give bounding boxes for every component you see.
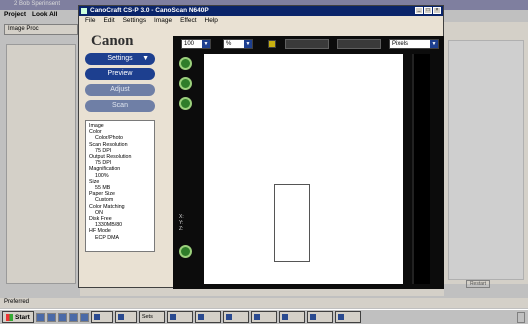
info-value-hf-mode: ECP DMA [95,234,120,241]
zoom-tool-icon[interactable] [179,77,192,90]
crop-rectangle[interactable] [274,184,310,262]
width-field[interactable] [285,39,329,49]
quicklaunch-icon[interactable] [57,312,67,322]
preview-button[interactable]: Preview [85,68,155,80]
quicklaunch-icon[interactable] [46,312,56,322]
coord-z: Z: [179,226,184,232]
taskbar-item[interactable] [222,311,249,323]
minimize-icon[interactable]: _ [415,7,423,14]
coordinate-readout: X: Y: Z: [179,214,197,232]
unit-select[interactable]: % ▼ [223,39,253,49]
taskbar-item[interactable] [306,311,333,323]
menu-file[interactable]: File [85,17,95,24]
preview-panel: 100 ▼ % ▼ Pixels ▼ X: Y: Z: [173,36,444,289]
dropdown-arrow-icon: ▼ [142,55,149,62]
background-right-panel [448,40,524,280]
chevron-down-icon: ▼ [244,40,252,48]
canon-logo: Canon [91,33,134,49]
pixels-value: Pixels [392,41,409,47]
zoom-select[interactable]: 100 ▼ [181,39,211,49]
quicklaunch-icon[interactable] [68,312,78,322]
taskbar-item[interactable] [334,311,361,323]
height-field[interactable] [337,39,381,49]
chevron-down-icon: ▼ [202,40,210,48]
app-icon [117,314,124,320]
scan-button[interactable]: Scan [85,100,155,112]
menu-help[interactable]: Help [205,17,218,24]
start-label: Start [15,313,30,321]
taskbar-item[interactable] [90,311,113,323]
app-icon [281,314,288,320]
app-icon [309,314,316,320]
taskbar-item-label: Sets [141,314,153,320]
status-bar: Preferred [0,298,528,308]
restart-button[interactable]: Restart [466,280,490,288]
image-proc-label: Image Proc [8,26,39,32]
app-icon [225,314,232,320]
help-tool-icon[interactable] [179,245,192,258]
scan-preview-area[interactable] [204,54,403,284]
taskbar: Start Sets [0,309,528,324]
quicklaunch-icon[interactable] [79,312,89,322]
taskbar-item[interactable] [114,311,137,323]
taskbar-item[interactable] [278,311,305,323]
background-left-panel [6,44,76,284]
canocraft-menubar: File Edit Settings Image Effect Help [79,17,443,27]
chevron-down-icon: ▼ [430,40,438,48]
maximize-icon[interactable]: □ [424,7,432,14]
app-icon [197,314,204,320]
windows-logo-icon [6,313,13,321]
pixels-select[interactable]: Pixels ▼ [389,39,439,49]
background-menubar: Project Look All [0,11,80,22]
canocraft-titlebar[interactable]: CanoCraft CS-P 3.0 - CanoScan N640P _ □ … [79,6,443,16]
taskbar-item[interactable] [250,311,277,323]
unit-value: % [226,41,232,47]
app-icon [337,314,344,320]
preview-side-strip [412,54,430,284]
select-tool-icon[interactable] [179,57,192,70]
app-icon [253,314,260,320]
lock-icon[interactable] [268,40,276,48]
canocraft-window: CanoCraft CS-P 3.0 - CanoScan N640P _ □ … [78,5,444,289]
menu-edit[interactable]: Edit [103,17,114,24]
settings-label: Settings [107,55,133,62]
image-proc-tab[interactable]: Image Proc [4,24,78,35]
menu-settings[interactable]: Settings [123,17,147,24]
taskbar-item[interactable]: Sets [138,311,165,323]
app-icon [81,8,87,14]
start-button[interactable]: Start [2,311,34,323]
window-controls: _ □ × [415,7,441,14]
adjust-button[interactable]: Adjust [85,84,155,96]
taskbar-item[interactable] [166,311,193,323]
scan-info-panel: Image Color Color/Photo Scan Resolution … [85,120,155,252]
background-menu-project[interactable]: Project [4,11,26,18]
app-icon [93,314,100,320]
rotate-tool-icon[interactable] [179,97,192,110]
zoom-value: 100 [184,41,195,47]
settings-button[interactable]: Settings ▼ [85,53,155,65]
status-text: Preferred [4,299,30,305]
menu-effect[interactable]: Effect [180,17,197,24]
menu-image[interactable]: Image [154,17,172,24]
quicklaunch-icon[interactable] [35,312,45,322]
canocraft-title: CanoCraft CS-P 3.0 - CanoScan N640P [90,7,209,14]
background-menu-look[interactable]: Look All [32,11,57,18]
close-icon[interactable]: × [433,7,441,14]
background-title: 2 Bob Sperinsent [14,1,61,7]
taskbar-item[interactable] [194,311,221,323]
preview-toolbar: 100 ▼ % ▼ Pixels ▼ [177,39,439,50]
app-icon [169,314,176,320]
system-tray-clock[interactable] [517,312,525,323]
